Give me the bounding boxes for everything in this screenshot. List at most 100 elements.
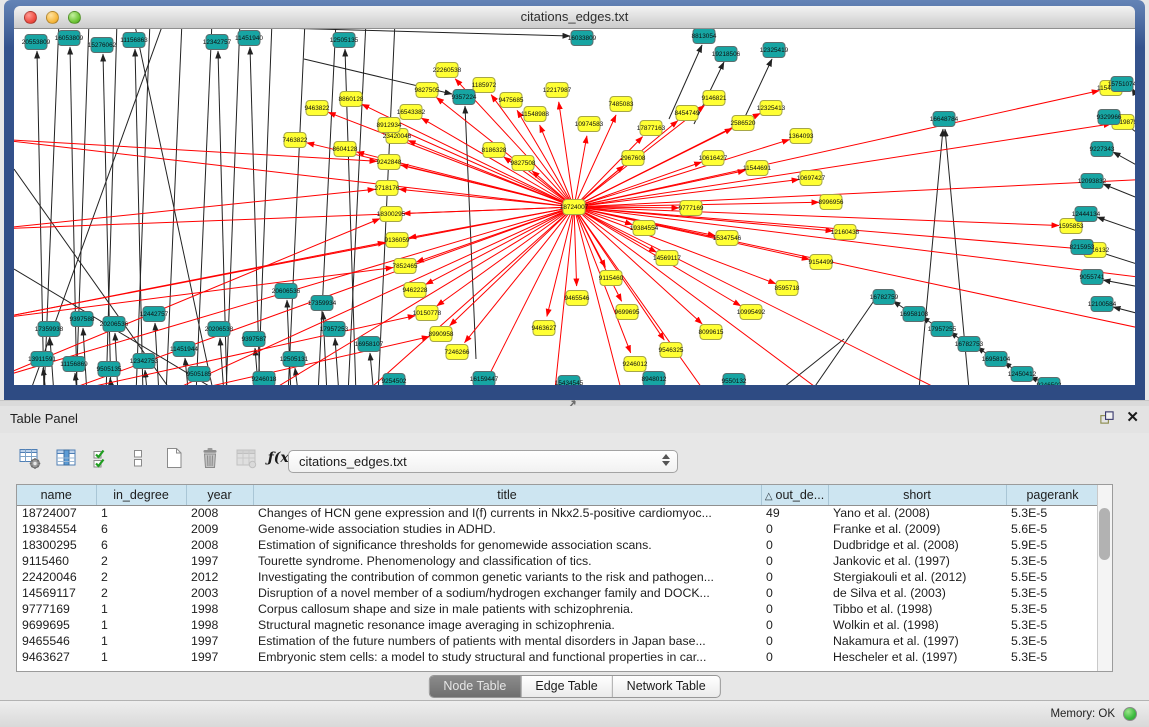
tab-network-table[interactable]: Network Table — [612, 676, 720, 697]
graph-node[interactable]: 16782759 — [870, 290, 899, 305]
table-cell[interactable]: 9777169 — [17, 601, 96, 617]
table-vertical-scrollbar[interactable] — [1097, 485, 1112, 671]
graph-node[interactable]: 17957253 — [320, 322, 349, 337]
graph-node[interactable]: 9115460 — [599, 271, 624, 286]
graph-node[interactable]: 9827508 — [511, 156, 536, 171]
graph-node[interactable]: 20606536 — [272, 284, 301, 299]
graph-node[interactable]: 8595718 — [775, 281, 800, 296]
import-table-button[interactable] — [232, 445, 259, 472]
table-cell[interactable]: Disruption of a novel member of a sodium… — [253, 585, 761, 601]
graph-node[interactable]: 16543382 — [397, 105, 426, 120]
graph-node[interactable]: 7463822 — [283, 133, 308, 148]
graph-node[interactable]: 9505185 — [187, 367, 212, 382]
graph-node[interactable]: 16648784 — [930, 112, 959, 127]
graph-node[interactable]: 22260538 — [433, 63, 462, 78]
graph-node[interactable]: 14569117 — [653, 251, 681, 266]
graph-node[interactable]: 9136059 — [385, 233, 410, 248]
table-cell[interactable]: Changes of HCN gene expression and I(f) … — [253, 505, 761, 521]
table-settings-button[interactable] — [16, 445, 43, 472]
graph-node[interactable]: 10995492 — [737, 305, 766, 320]
table-cell[interactable]: 9465546 — [17, 633, 96, 649]
graph-node[interactable]: 12100584 — [1088, 297, 1117, 312]
graph-node[interactable]: 17957255 — [928, 322, 957, 337]
graph-node[interactable]: 9550132 — [722, 374, 747, 386]
table-cell[interactable]: 5.3E-5 — [1006, 617, 1099, 633]
graph-node[interactable]: 16958107 — [355, 337, 384, 352]
graph-node[interactable]: 9777169 — [679, 201, 704, 216]
table-cell[interactable]: 6 — [96, 521, 186, 537]
scrollbar-thumb[interactable] — [1099, 508, 1110, 560]
table-cell[interactable]: 2 — [96, 569, 186, 585]
table-selector-dropdown[interactable]: citations_edges.txt — [288, 450, 678, 473]
graph-node[interactable]: 8996956 — [819, 195, 844, 210]
graph-node[interactable]: 15751074 — [1108, 77, 1135, 92]
table-cell[interactable]: 18300295 — [17, 537, 96, 553]
table-cell[interactable]: 18724007 — [17, 505, 96, 521]
table-cell[interactable]: Corpus callosum shape and size in male p… — [253, 601, 761, 617]
graph-node[interactable]: 1364093 — [789, 129, 814, 144]
graph-node[interactable]: 18724007 — [560, 200, 589, 215]
table-cell[interactable]: Estimation of the future numbers of pati… — [253, 633, 761, 649]
graph-node[interactable]: 11451940 — [235, 31, 263, 46]
table-cell[interactable]: 0 — [761, 585, 828, 601]
graph-node[interactable]: 12342753 — [130, 354, 159, 369]
graph-node[interactable]: 19384554 — [630, 221, 659, 236]
table-cell[interactable]: 5.5E-5 — [1006, 569, 1099, 585]
table-cell[interactable]: 49 — [761, 505, 828, 521]
graph-node[interactable]: 9465546 — [565, 291, 590, 306]
graph-node[interactable]: 19218506 — [712, 47, 741, 62]
table-cell[interactable]: 1997 — [186, 553, 253, 569]
graph-node[interactable]: 9463822 — [305, 101, 330, 116]
graph-node[interactable]: 9329966 — [1097, 110, 1122, 125]
graph-node[interactable]: 9397587 — [242, 332, 267, 347]
table-cell[interactable]: Tibbo et al. (1998) — [828, 601, 1006, 617]
graph-node[interactable]: 20206538 — [205, 322, 234, 337]
graph-node[interactable]: 7485083 — [609, 97, 634, 112]
column-header-short[interactable]: short — [828, 485, 1006, 505]
graph-node[interactable]: 11156863 — [120, 33, 148, 48]
table-cell[interactable]: 2009 — [186, 521, 253, 537]
table-cell[interactable]: Jankovic et al. (1997) — [828, 553, 1006, 569]
graph-node[interactable]: 20553809 — [22, 35, 51, 50]
delete-table-button[interactable] — [196, 445, 223, 472]
table-cell[interactable]: 0 — [761, 521, 828, 537]
graph-node[interactable]: 9505135 — [97, 362, 122, 377]
table-cell[interactable]: 0 — [761, 569, 828, 585]
graph-node[interactable]: 1185972 — [472, 78, 497, 93]
table-cell[interactable]: Tourette syndrome. Phenomenology and cla… — [253, 553, 761, 569]
graph-node[interactable]: 12444134 — [1072, 207, 1101, 222]
table-cell[interactable]: 5.3E-5 — [1006, 585, 1099, 601]
graph-node[interactable]: 8860128 — [339, 92, 364, 107]
graph-node[interactable]: 8454749 — [675, 106, 700, 121]
table-cell[interactable]: 0 — [761, 537, 828, 553]
table-row[interactable]: 1830029562008Estimation of significance … — [17, 537, 1099, 553]
table-row[interactable]: 911546021997Tourette syndrome. Phenomeno… — [17, 553, 1099, 569]
table-cell[interactable]: 2003 — [186, 585, 253, 601]
graph-node[interactable]: 10616427 — [699, 151, 728, 166]
table-cell[interactable]: 6 — [96, 537, 186, 553]
table-cell[interactable]: 0 — [761, 601, 828, 617]
graph-node[interactable]: 17359934 — [308, 296, 337, 311]
graph-node[interactable]: 9242848 — [377, 155, 402, 170]
graph-node[interactable]: 15434545 — [555, 376, 584, 386]
graph-node[interactable]: 16053809 — [55, 31, 84, 46]
graph-node[interactable]: 9357224 — [452, 90, 477, 105]
table-cell[interactable]: Yano et al. (2008) — [828, 505, 1006, 521]
table-cell[interactable]: 0 — [761, 553, 828, 569]
graph-node[interactable]: 8912934 — [377, 118, 402, 133]
table-cell[interactable]: 1 — [96, 617, 186, 633]
table-cell[interactable]: Hescheler et al. (1997) — [828, 649, 1006, 665]
graph-node[interactable]: 8604128 — [333, 142, 358, 157]
graph-node[interactable]: 11544691 — [743, 161, 771, 176]
graph-node[interactable]: 10150778 — [413, 306, 442, 321]
graph-node[interactable]: 8215953 — [1070, 240, 1095, 255]
graph-node[interactable]: 17877163 — [637, 121, 666, 136]
close-window-button[interactable] — [24, 11, 37, 24]
table-cell[interactable]: 1 — [96, 633, 186, 649]
table-cell[interactable]: 1997 — [186, 649, 253, 665]
graph-node[interactable]: 11548988 — [521, 107, 549, 122]
graph-node[interactable]: 9227343 — [1090, 142, 1115, 157]
create-table-button[interactable] — [160, 445, 187, 472]
graph-node[interactable]: 9055741 — [1080, 270, 1105, 285]
graph-node[interactable]: 20206536 — [100, 317, 129, 332]
